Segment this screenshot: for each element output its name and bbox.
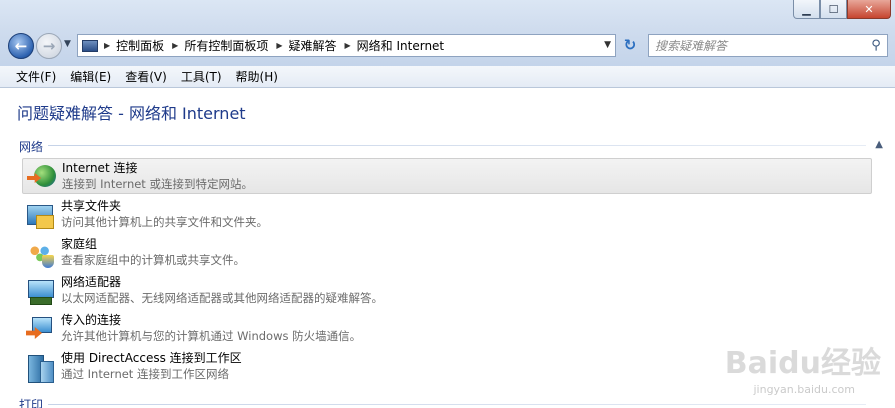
- page-title: 问题疑难解答 - 网络和 Internet: [17, 104, 246, 123]
- back-button[interactable]: ←: [8, 33, 34, 59]
- menu-view[interactable]: 查看(V): [118, 68, 174, 85]
- menu-help[interactable]: 帮助(H): [229, 68, 285, 85]
- section-divider: [48, 145, 866, 146]
- refresh-button[interactable]: ↻: [619, 36, 641, 56]
- collapse-section-icon[interactable]: ▲: [875, 139, 883, 150]
- watermark-logo: Baidu经验: [724, 346, 881, 381]
- item-title: Internet 连接: [62, 161, 138, 175]
- window-titlebar: ▁ ☐ ✕ ← → ▼ ▶ 控制面板 ▶ 所有控制面板项 ▶ 疑难解答 ▶ 网络…: [0, 0, 895, 66]
- minimize-button[interactable]: ▁: [793, 0, 820, 19]
- forward-arrow-icon: →: [42, 37, 56, 55]
- caption-buttons: ▁ ☐ ✕: [793, 0, 891, 20]
- recent-pages-dropdown-icon[interactable]: ▼: [64, 39, 71, 49]
- menu-edit[interactable]: 编辑(E): [63, 68, 118, 85]
- maximize-button[interactable]: ☐: [820, 0, 847, 19]
- breadcrumb-separator-icon[interactable]: ▶: [345, 41, 351, 50]
- item-title: 共享文件夹: [61, 199, 122, 213]
- section-divider: [48, 404, 866, 405]
- address-dropdown-icon[interactable]: ▼: [604, 40, 611, 50]
- section-header-network: 网络: [19, 140, 44, 154]
- troubleshooter-homegroup[interactable]: 家庭组 查看家庭组中的计算机或共享文件。: [22, 235, 872, 271]
- search-icon[interactable]: ⚲: [865, 38, 887, 53]
- forward-button[interactable]: →: [36, 33, 62, 59]
- search-box[interactable]: 搜索疑难解答 ⚲: [648, 34, 888, 57]
- breadcrumb-all-items[interactable]: 所有控制面板项: [184, 37, 268, 54]
- section-header-printing: 打印: [19, 398, 44, 408]
- breadcrumb-separator-icon[interactable]: ▶: [104, 41, 110, 50]
- breadcrumb-network-internet[interactable]: 网络和 Internet: [357, 37, 444, 54]
- troubleshooter-network-adapter[interactable]: 网络适配器 以太网适配器、无线网络适配器或其他网络适配器的疑难解答。: [22, 273, 872, 309]
- homegroup-icon: [24, 237, 56, 269]
- menu-tools[interactable]: 工具(T): [174, 68, 229, 85]
- item-title: 传入的连接: [61, 313, 122, 327]
- item-description: 允许其他计算机与您的计算机通过 Windows 防火墙通信。: [61, 329, 362, 343]
- globe-arrow-icon: [25, 161, 57, 193]
- item-title: 家庭组: [61, 237, 98, 251]
- troubleshooter-internet-connections[interactable]: Internet 连接 连接到 Internet 或连接到特定网站。: [22, 158, 872, 194]
- address-bar[interactable]: ▶ 控制面板 ▶ 所有控制面板项 ▶ 疑难解答 ▶ 网络和 Internet ▼: [77, 34, 616, 57]
- breadcrumb-separator-icon[interactable]: ▶: [172, 41, 178, 50]
- item-description: 以太网适配器、无线网络适配器或其他网络适配器的疑难解答。: [61, 291, 383, 305]
- shared-folder-icon: [24, 199, 56, 231]
- breadcrumb-control-panel[interactable]: 控制面板: [116, 37, 164, 54]
- troubleshooter-shared-folders[interactable]: 共享文件夹 访问其他计算机上的共享文件和文件夹。: [22, 197, 872, 233]
- menu-bar: 文件(F) 编辑(E) 查看(V) 工具(T) 帮助(H): [0, 66, 895, 88]
- control-panel-icon: [82, 39, 98, 52]
- item-description: 访问其他计算机上的共享文件和文件夹。: [61, 215, 268, 229]
- menu-file[interactable]: 文件(F): [9, 68, 63, 85]
- watermark-url: jingyan.baidu.com: [753, 383, 855, 396]
- item-title: 网络适配器: [61, 275, 122, 289]
- item-description: 查看家庭组中的计算机或共享文件。: [61, 253, 245, 267]
- incoming-connection-icon: [24, 313, 56, 345]
- breadcrumb-troubleshooting[interactable]: 疑难解答: [289, 37, 337, 54]
- directaccess-icon: [24, 351, 56, 383]
- breadcrumb-separator-icon[interactable]: ▶: [276, 41, 282, 50]
- close-button[interactable]: ✕: [847, 0, 891, 19]
- back-arrow-icon: ←: [14, 37, 28, 55]
- item-description: 通过 Internet 连接到工作区网络: [61, 367, 229, 381]
- network-adapter-icon: [24, 275, 56, 307]
- navigation-bar: ← → ▼ ▶ 控制面板 ▶ 所有控制面板项 ▶ 疑难解答 ▶ 网络和 Inte…: [0, 31, 895, 61]
- item-description: 连接到 Internet 或连接到特定网站。: [62, 177, 253, 191]
- refresh-icon: ↻: [623, 36, 637, 54]
- item-title: 使用 DirectAccess 连接到工作区: [61, 351, 242, 365]
- content-pane: 问题疑难解答 - 网络和 Internet 网络 ▲ Internet 连接 连…: [0, 88, 895, 408]
- search-input[interactable]: 搜索疑难解答: [655, 37, 865, 54]
